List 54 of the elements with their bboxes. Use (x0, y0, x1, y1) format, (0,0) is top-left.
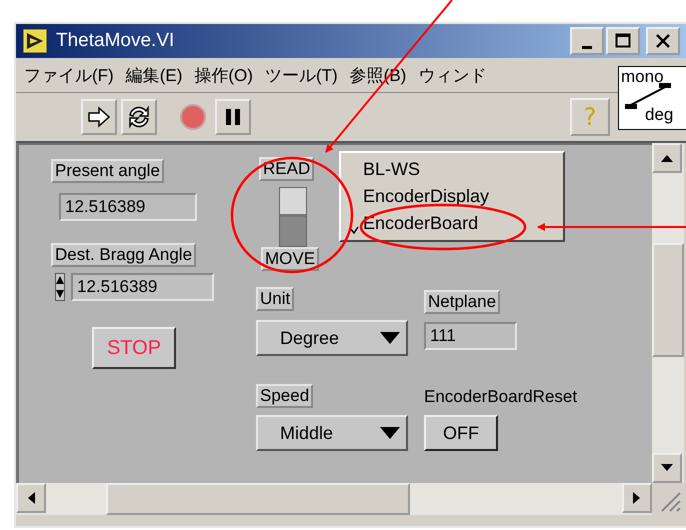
scroll-down-button[interactable] (652, 453, 682, 483)
down-arrow-icon (661, 464, 673, 472)
minimize-button[interactable] (570, 27, 604, 55)
connector-label: deg (645, 105, 674, 125)
menu-item[interactable]: ウィンド (418, 64, 486, 86)
cycle-arrows-icon (126, 104, 152, 130)
indicator-label: Netplane (424, 290, 500, 314)
speed-dropdown[interactable]: Middle (256, 415, 408, 451)
maximize-button[interactable] (606, 27, 640, 55)
run-continuously-button[interactable] (121, 99, 157, 135)
close-icon (655, 33, 671, 49)
left-arrow-icon (27, 492, 35, 504)
ring-label: Unit (256, 287, 294, 311)
menu-item[interactable]: EncoderDisplay (341, 183, 563, 210)
button-label: EncoderBoardReset (424, 387, 578, 407)
unit-dropdown[interactable]: Degree (256, 320, 408, 356)
control-label: Dest. Bragg Angle (51, 243, 196, 267)
switch-label: MOVE (261, 247, 320, 271)
up-arrow-icon (661, 154, 673, 162)
vi-icon (22, 28, 48, 54)
horizontal-scrollbar[interactable] (16, 483, 652, 515)
reset-button[interactable]: OFF (424, 415, 498, 451)
vertical-scrollbar[interactable] (652, 143, 684, 483)
dropdown-arrow-icon (380, 427, 400, 439)
scroll-left-button[interactable] (16, 483, 46, 513)
window-title: ThetaMove.VI (56, 30, 176, 52)
increment-arrows-icon[interactable] (55, 273, 65, 301)
arrow-icon (87, 105, 111, 129)
connector-label: mono (621, 67, 664, 87)
scroll-up-button[interactable] (652, 143, 682, 173)
minimize-icon (582, 46, 592, 48)
menu-item[interactable]: ファイル(F) (24, 64, 114, 86)
scroll-right-button[interactable] (622, 483, 652, 513)
menu-item[interactable]: ツール(T) (264, 64, 338, 86)
menu-item[interactable]: EncoderBoard (341, 210, 563, 237)
menu-item[interactable]: BL-WS (341, 156, 563, 183)
numeric-indicator: 111 (424, 322, 517, 350)
scroll-thumb[interactable] (652, 243, 684, 357)
indicator-label: Present angle (51, 159, 164, 183)
menu-item[interactable]: 操作(O) (194, 64, 253, 86)
pause-icon (223, 107, 243, 127)
maximize-icon (615, 33, 631, 49)
pause-button[interactable] (215, 99, 251, 135)
numeric-indicator: 12.516389 (59, 193, 197, 221)
scroll-thumb[interactable] (106, 483, 410, 515)
slide-switch[interactable] (279, 187, 307, 247)
numeric-control[interactable]: 12.516389 (71, 273, 214, 301)
close-button[interactable] (646, 27, 680, 55)
right-arrow-icon (633, 492, 641, 504)
stop-sign-icon (179, 103, 207, 131)
ring-label: Speed (256, 384, 314, 408)
menu-item[interactable]: 編集(E) (126, 64, 182, 86)
run-button[interactable] (81, 99, 117, 135)
dropdown-arrow-icon (380, 332, 400, 344)
